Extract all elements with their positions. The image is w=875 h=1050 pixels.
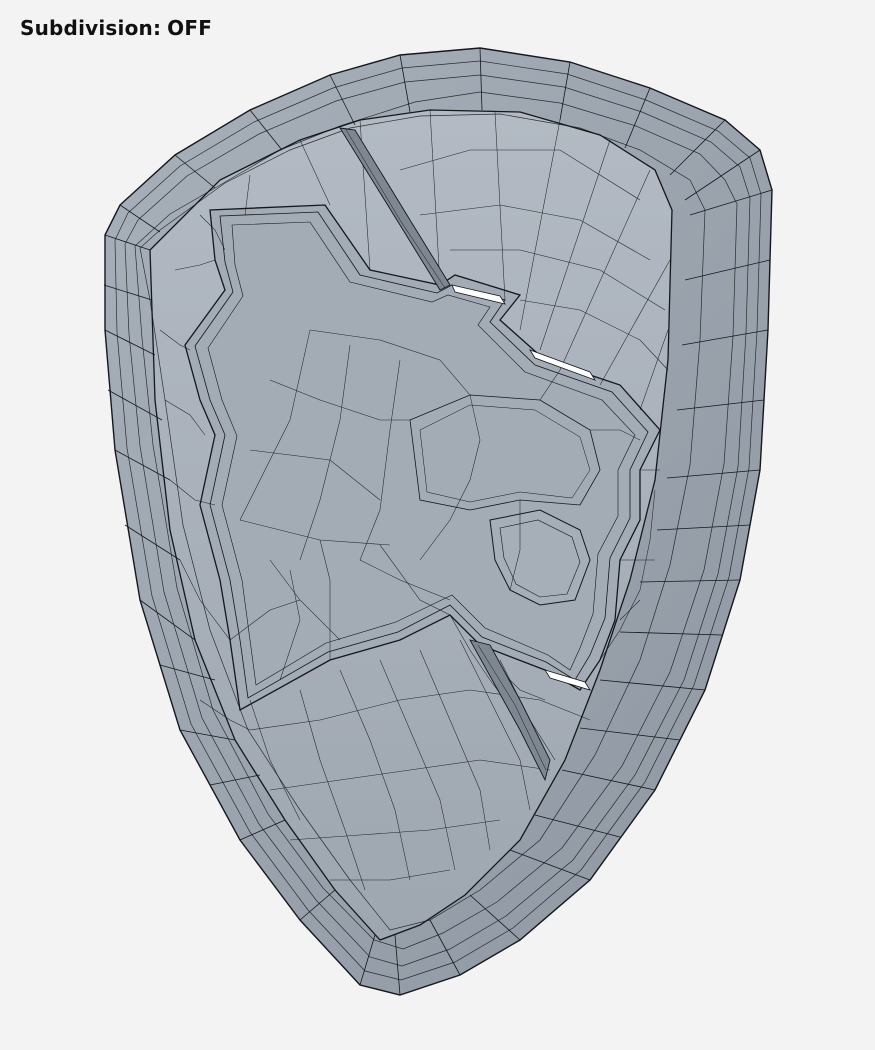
- 3d-viewport[interactable]: Subdivision: OFF: [0, 0, 875, 1050]
- shield-model[interactable]: [0, 0, 875, 1050]
